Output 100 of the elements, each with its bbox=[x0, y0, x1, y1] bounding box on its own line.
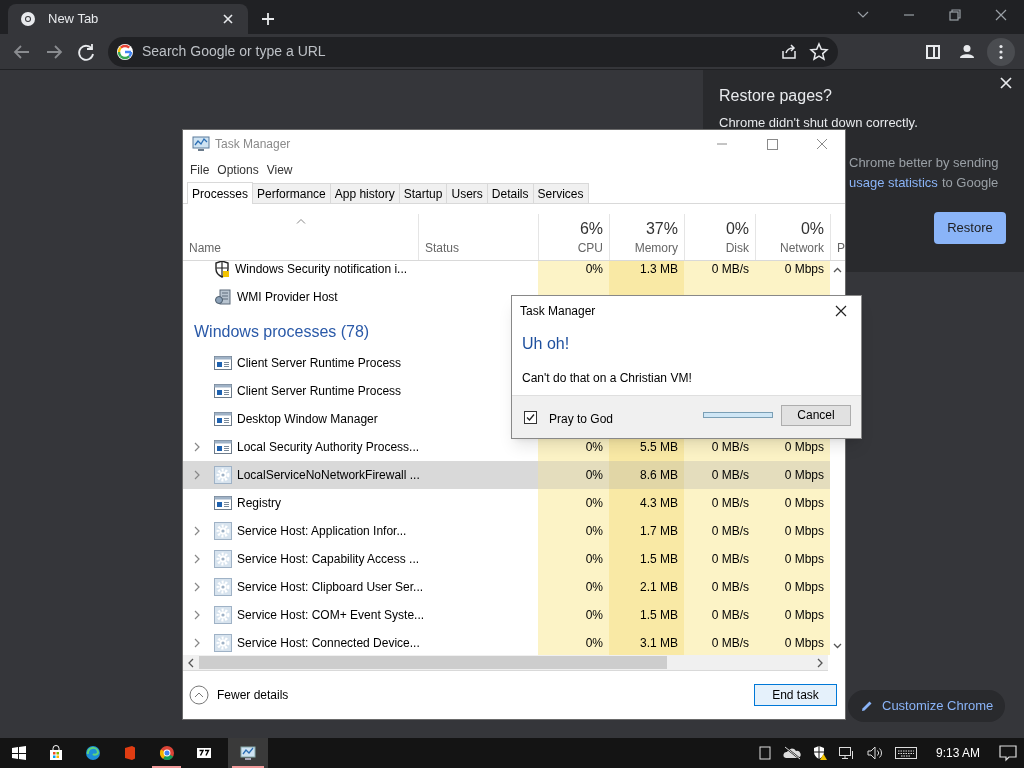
process-name[interactable]: Local Security Authority Process... bbox=[237, 438, 420, 456]
tab[interactable]: App history bbox=[330, 183, 400, 203]
app-window-icon bbox=[214, 384, 232, 398]
usage-statistics-link[interactable]: usage statistics bbox=[849, 174, 938, 191]
column-header[interactable]: 0% Network bbox=[755, 214, 830, 260]
gear-icon bbox=[214, 578, 232, 596]
swirl-icon bbox=[84, 745, 101, 761]
chevron-right-icon[interactable] bbox=[193, 582, 201, 592]
dialog-heading: Uh oh! bbox=[522, 334, 571, 354]
scroll-up-icon[interactable] bbox=[833, 267, 842, 273]
close-icon[interactable] bbox=[999, 76, 1013, 90]
customize-chrome-button[interactable]: Customize Chrome bbox=[848, 690, 1006, 722]
gear-icon bbox=[214, 634, 232, 652]
process-name[interactable]: LocalServiceNoNetworkFirewall ... bbox=[237, 466, 420, 484]
table-cell: 0 Mbps bbox=[755, 601, 830, 629]
clock-time[interactable]: 9:13 AM bbox=[927, 744, 988, 762]
tiles-icon bbox=[10, 745, 27, 761]
table-cell: 3.1 MB bbox=[609, 629, 684, 655]
network-icon[interactable] bbox=[837, 745, 856, 761]
gear-icon bbox=[214, 550, 232, 568]
tab[interactable]: Details bbox=[487, 183, 534, 203]
browser-tab[interactable]: New Tab bbox=[8, 4, 248, 34]
tab[interactable]: Users bbox=[447, 183, 488, 203]
column-label: P bbox=[837, 240, 845, 257]
window-title: Task Manager bbox=[215, 136, 292, 153]
selected-row[interactable]: LocalServiceNoNetworkFirewall ... 0% 8.6 MB 0 MB/s 0 Mbps bbox=[183, 461, 830, 489]
table-cell: 8.6 MB bbox=[609, 461, 684, 489]
table-cell: 0 Mbps bbox=[755, 261, 830, 283]
dialog-message: Chrome didn't shut down correctly. bbox=[719, 114, 919, 131]
process-name[interactable]: Service Host: COM+ Event Syste... bbox=[237, 606, 425, 624]
consent-text: Chrome better by sending bbox=[849, 154, 1000, 171]
group-heading: Windows processes (78) bbox=[193, 322, 370, 342]
notification-icon[interactable] bbox=[998, 744, 1018, 762]
table-cell: 0 MB/s bbox=[684, 545, 755, 573]
chevron-right-icon[interactable] bbox=[193, 442, 201, 452]
process-name[interactable]: WMI Provider Host bbox=[237, 288, 338, 306]
column-header[interactable]: 37% Memory bbox=[609, 214, 684, 260]
progress-bar bbox=[703, 412, 773, 418]
menu-item[interactable]: View bbox=[265, 161, 294, 179]
column-summary: 0% bbox=[725, 219, 749, 239]
table-cell: 0% bbox=[538, 573, 609, 601]
keyboard-icon[interactable] bbox=[893, 745, 918, 761]
cloud-off-icon[interactable] bbox=[781, 746, 802, 760]
column-header[interactable]: Status bbox=[418, 214, 538, 260]
dialog-title: Restore pages? bbox=[719, 86, 833, 106]
process-name[interactable]: Client Server Runtime Process bbox=[237, 354, 402, 372]
scrollbar-thumb[interactable] bbox=[199, 656, 667, 669]
table-cell: 0% bbox=[538, 461, 609, 489]
tab[interactable]: Processes bbox=[187, 182, 254, 204]
monitor-chart-icon bbox=[240, 745, 256, 761]
tab[interactable]: Performance bbox=[253, 183, 331, 203]
consent-text: to Google bbox=[941, 174, 999, 191]
chevron-right-icon[interactable] bbox=[193, 610, 201, 620]
menu-item[interactable]: Options bbox=[216, 161, 260, 179]
shield-warning-icon[interactable] bbox=[811, 745, 828, 761]
process-name[interactable]: Service Host: Capability Access ... bbox=[237, 550, 420, 568]
table-cell: 0 MB/s bbox=[684, 489, 755, 517]
table-cell: 1.5 MB bbox=[609, 601, 684, 629]
new-tab-icon[interactable] bbox=[260, 11, 276, 27]
process-name[interactable]: Windows Security notification i... bbox=[235, 261, 408, 278]
table-cell: 0 MB/s bbox=[684, 461, 755, 489]
column-header[interactable]: 6% CPU bbox=[538, 214, 609, 260]
process-name[interactable]: Client Server Runtime Process bbox=[237, 382, 402, 400]
gear-icon bbox=[214, 466, 232, 484]
cancel-button[interactable]: Cancel bbox=[781, 404, 851, 426]
restore-button[interactable]: Restore bbox=[934, 212, 1006, 244]
chevron-right-icon[interactable] bbox=[193, 526, 201, 536]
table-cell: 4.3 MB bbox=[609, 489, 684, 517]
process-name[interactable]: Registry bbox=[237, 494, 281, 512]
tab[interactable]: Startup bbox=[399, 183, 448, 203]
g-logo-icon bbox=[116, 42, 134, 61]
table-cell: 0% bbox=[538, 629, 609, 655]
process-name[interactable]: Service Host: Connected Device... bbox=[237, 634, 420, 652]
column-header[interactable]: P bbox=[830, 214, 845, 260]
chevron-right-icon[interactable] bbox=[193, 554, 201, 564]
tab[interactable]: Services bbox=[533, 183, 589, 203]
table-cell: 0 MB/s bbox=[684, 601, 755, 629]
volume-icon[interactable] bbox=[865, 745, 884, 761]
table-cell: 0 Mbps bbox=[755, 461, 830, 489]
table-cell: 0 Mbps bbox=[755, 489, 830, 517]
column-label: Memory bbox=[634, 240, 678, 257]
taskbar-button[interactable] bbox=[228, 738, 268, 768]
process-name[interactable]: Desktop Window Manager bbox=[237, 410, 378, 428]
tablet-icon[interactable] bbox=[757, 746, 772, 760]
process-name[interactable]: Service Host: Application Infor... bbox=[237, 522, 407, 540]
scroll-down-icon[interactable] bbox=[833, 643, 842, 649]
column-header[interactable]: 0% Disk bbox=[684, 214, 755, 260]
gear-icon bbox=[214, 522, 232, 540]
table-cell: 0% bbox=[538, 489, 609, 517]
fewer-details-button[interactable]: Fewer details bbox=[189, 685, 289, 705]
chevron-up-circle-icon bbox=[189, 685, 209, 705]
address-bar[interactable]: Search Google or type a URL bbox=[108, 36, 838, 67]
process-name[interactable]: Service Host: Clipboard User Ser... bbox=[237, 578, 424, 596]
end-task-button[interactable]: End task bbox=[754, 684, 837, 706]
column-header[interactable]: Name bbox=[183, 214, 418, 260]
menu-item[interactable]: File bbox=[189, 161, 211, 179]
checkbox[interactable] bbox=[524, 410, 537, 424]
menu-icon[interactable] bbox=[986, 36, 1016, 67]
chevron-right-icon[interactable] bbox=[193, 638, 201, 648]
star-icon[interactable] bbox=[808, 40, 830, 63]
